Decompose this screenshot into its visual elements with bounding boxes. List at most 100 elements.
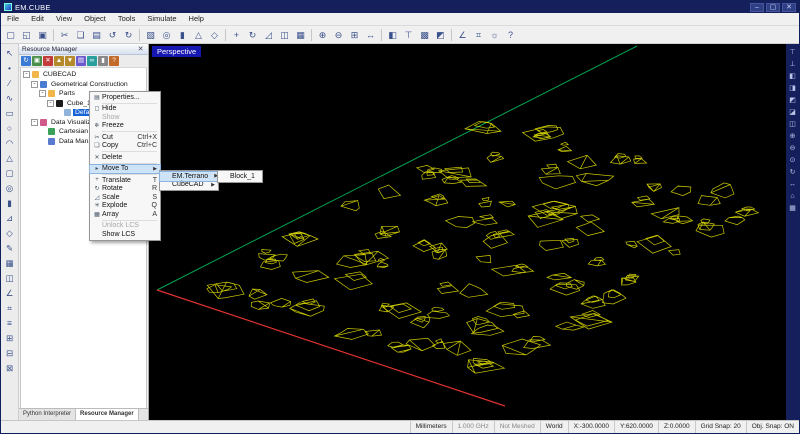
zoom-in-view-icon[interactable]: ⊕ <box>787 130 798 141</box>
select-icon[interactable]: ↖ <box>2 45 17 60</box>
context-item-cubecad[interactable]: CubeCAD ▶ <box>160 181 218 190</box>
zoom-out-view-icon[interactable]: ⊖ <box>787 142 798 153</box>
cut-icon[interactable]: ✂ <box>57 27 72 42</box>
save-icon[interactable]: ▣ <box>35 27 50 42</box>
context-item-em-terrano[interactable]: EM.Terrano▶ <box>159 171 219 182</box>
menu-simulate[interactable]: Simulate <box>141 13 182 25</box>
panel-tab-resource-manager[interactable]: Resource Manager <box>76 409 139 420</box>
context-item-freeze[interactable]: ❄ Freeze <box>90 122 160 131</box>
array-tool-icon[interactable]: ▦ <box>2 255 17 270</box>
point-icon[interactable]: • <box>2 60 17 75</box>
cylinder-icon[interactable]: ▮ <box>2 195 17 210</box>
save-tree-icon[interactable]: ▣ <box>32 56 42 66</box>
context-item-show-lcs[interactable]: Show LCS <box>90 230 160 239</box>
wedge-icon[interactable]: ⊿ <box>2 210 17 225</box>
lock-node-icon[interactable]: ▮ <box>98 56 108 66</box>
home-view-icon[interactable]: ⌂ <box>787 190 798 201</box>
menu-view[interactable]: View <box>50 13 78 25</box>
context-item-hide[interactable]: ◻ Hide <box>90 105 160 114</box>
context-item-copy[interactable]: ❏ Copy Ctrl+C <box>90 142 160 151</box>
sphere-icon[interactable]: ◎ <box>2 180 17 195</box>
context-item-properties-[interactable]: ▤ Properties... <box>90 93 160 102</box>
array-icon[interactable]: ▦ <box>293 27 308 42</box>
shaded-icon[interactable]: ◩ <box>433 27 448 42</box>
circle-icon[interactable]: ○ <box>2 120 17 135</box>
rect-icon[interactable]: ▭ <box>2 105 17 120</box>
grid-icon[interactable]: ⌗ <box>471 27 486 42</box>
context-item-scale[interactable]: ◿ Scale S <box>90 193 160 202</box>
zoom-out-icon[interactable]: ⊖ <box>331 27 346 42</box>
view-bottom-icon[interactable]: ⊥ <box>787 58 798 69</box>
context-item-move-to[interactable]: ▸ Move To ▶ <box>89 163 161 174</box>
tree-expander[interactable]: - <box>39 90 46 98</box>
context-item-rotate[interactable]: ↻ Rotate R <box>90 185 160 194</box>
close-button[interactable]: ✕ <box>782 2 796 12</box>
view-iso-icon[interactable]: ◫ <box>787 118 798 129</box>
help-node-icon[interactable]: ? <box>109 56 119 66</box>
maximize-button[interactable]: ▢ <box>766 2 780 12</box>
layers-icon[interactable]: ≡ <box>2 315 17 330</box>
scale-icon[interactable]: ◿ <box>261 27 276 42</box>
view-top-icon[interactable]: ⊤ <box>787 46 798 57</box>
context-item-cut[interactable]: ✂ Cut Ctrl+X <box>90 133 160 142</box>
measure-icon[interactable]: ∠ <box>455 27 470 42</box>
box-icon[interactable]: ▢ <box>2 165 17 180</box>
zoom-fit-icon[interactable]: ⊞ <box>347 27 362 42</box>
orbit-icon[interactable]: ↻ <box>787 166 798 177</box>
intersect-icon[interactable]: ⊠ <box>2 360 17 375</box>
undo-icon[interactable]: ↺ <box>105 27 120 42</box>
tree-expander[interactable]: - <box>31 118 38 126</box>
help-icon[interactable]: ? <box>503 27 518 42</box>
triangle-icon[interactable]: △ <box>2 150 17 165</box>
redo-icon[interactable]: ↻ <box>121 27 136 42</box>
tree-expander[interactable]: - <box>47 99 54 107</box>
grid-tool-icon[interactable]: ⌗ <box>2 300 17 315</box>
angle-icon[interactable]: ∠ <box>2 285 17 300</box>
new-file-icon[interactable]: ▢ <box>3 27 18 42</box>
rotate-icon[interactable]: ↻ <box>245 27 260 42</box>
open-file-icon[interactable]: ◱ <box>19 27 34 42</box>
zoom-extents-icon[interactable]: ⊙ <box>787 154 798 165</box>
context-item-translate[interactable]: + Translate T <box>90 176 160 185</box>
view-front-icon[interactable]: ◩ <box>787 94 798 105</box>
tree-node-cubecad[interactable]: - CUBECAD <box>21 70 146 80</box>
cylinder-primitive-icon[interactable]: ▮ <box>175 27 190 42</box>
move-icon[interactable]: + <box>229 27 244 42</box>
mesh-view-icon[interactable]: ▦ <box>787 202 798 213</box>
wireframe-icon[interactable]: ▩ <box>417 27 432 42</box>
tree-expander[interactable]: - <box>31 80 38 88</box>
subtract-icon[interactable]: ⊟ <box>2 345 17 360</box>
pan-view-icon[interactable]: ↔ <box>787 178 798 189</box>
mirror-icon[interactable]: ◫ <box>277 27 292 42</box>
context-item-block-1[interactable]: Block_1 <box>218 172 262 181</box>
view-back-icon[interactable]: ◪ <box>787 106 798 117</box>
menu-tools[interactable]: Tools <box>112 13 142 25</box>
settings-icon[interactable]: ☼ <box>487 27 502 42</box>
context-item-delete[interactable]: ✕ Delete <box>90 153 160 162</box>
copy-icon[interactable]: ❏ <box>73 27 88 42</box>
arc-icon[interactable]: ◠ <box>2 135 17 150</box>
delete-node-icon[interactable]: ✕ <box>43 56 53 66</box>
panel-tab-python-interpreter[interactable]: Python Interpreter <box>19 409 77 420</box>
mirror-tool-icon[interactable]: ◫ <box>2 270 17 285</box>
move-up-icon[interactable]: ▲ <box>54 56 64 66</box>
refresh-icon[interactable]: ↻ <box>21 56 31 66</box>
view-left-icon[interactable]: ◧ <box>787 70 798 81</box>
minimize-button[interactable]: – <box>750 2 764 12</box>
pan-icon[interactable]: ↔ <box>363 27 378 42</box>
viewport-3d[interactable]: Perspective <box>149 44 786 420</box>
box-primitive-icon[interactable]: ▧ <box>143 27 158 42</box>
panel-close-icon[interactable]: ✕ <box>136 45 145 53</box>
view-right-icon[interactable]: ◨ <box>787 82 798 93</box>
top-view-icon[interactable]: ⊤ <box>401 27 416 42</box>
menu-object[interactable]: Object <box>78 13 112 25</box>
properties-node-icon[interactable]: ▤ <box>76 56 86 66</box>
menu-help[interactable]: Help <box>183 13 210 25</box>
menu-edit[interactable]: Edit <box>25 13 50 25</box>
line-icon[interactable]: ∕ <box>2 75 17 90</box>
tree-node-geometrical-construction[interactable]: - Geometrical Construction <box>21 80 146 90</box>
zoom-in-icon[interactable]: ⊕ <box>315 27 330 42</box>
viewport-canvas[interactable] <box>149 44 786 420</box>
paste-icon[interactable]: ▤ <box>89 27 104 42</box>
sphere-primitive-icon[interactable]: ◎ <box>159 27 174 42</box>
